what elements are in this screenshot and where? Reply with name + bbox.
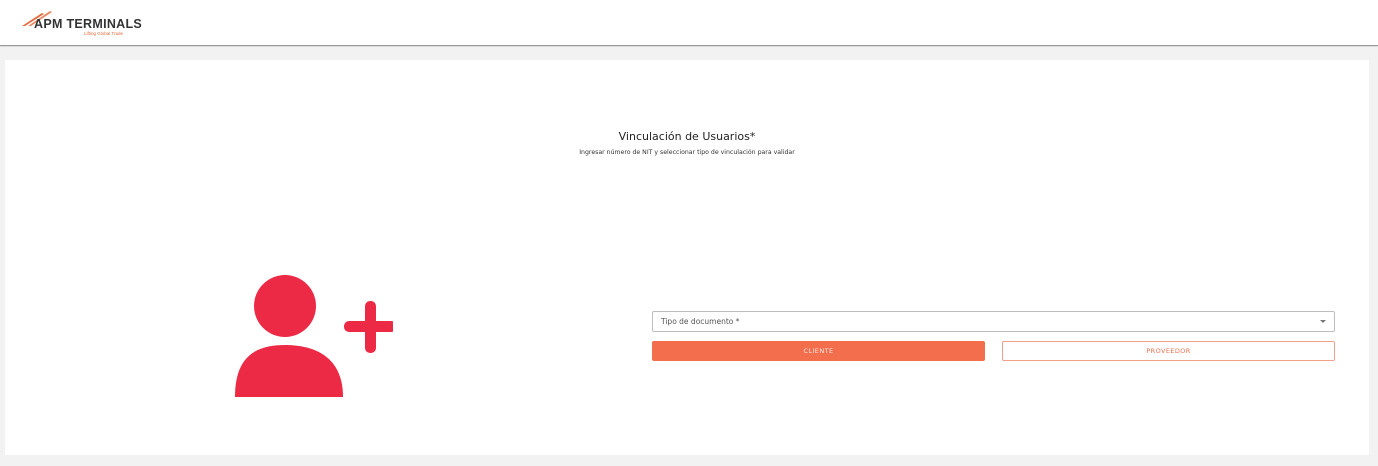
page-title: Vinculación de Usuarios* — [618, 130, 756, 143]
cliente-button[interactable]: CLIENTE — [652, 341, 985, 361]
chevron-down-icon[interactable] — [1320, 320, 1326, 323]
main-panel: Vinculación de Usuarios* Ingresar número… — [5, 60, 1369, 455]
logo-text: APM TERMINALS — [34, 17, 143, 31]
apm-terminals-logo[interactable]: APM TERMINALS Lifting Global Trade — [20, 10, 150, 38]
proveedor-button[interactable]: PROVEEDOR — [1002, 341, 1335, 361]
document-type-select[interactable]: Tipo de documento * — [652, 311, 1335, 332]
add-user-icon — [233, 273, 396, 403]
footer-bar — [0, 455, 1378, 466]
document-type-label: Tipo de documento * — [661, 317, 740, 326]
header-subbar — [0, 47, 1378, 60]
page-subtitle: Ingresar número de NIT y seleccionar tip… — [579, 149, 795, 156]
top-header: APM TERMINALS Lifting Global Trade — [0, 0, 1378, 46]
logo-tagline: Lifting Global Trade — [84, 31, 124, 36]
